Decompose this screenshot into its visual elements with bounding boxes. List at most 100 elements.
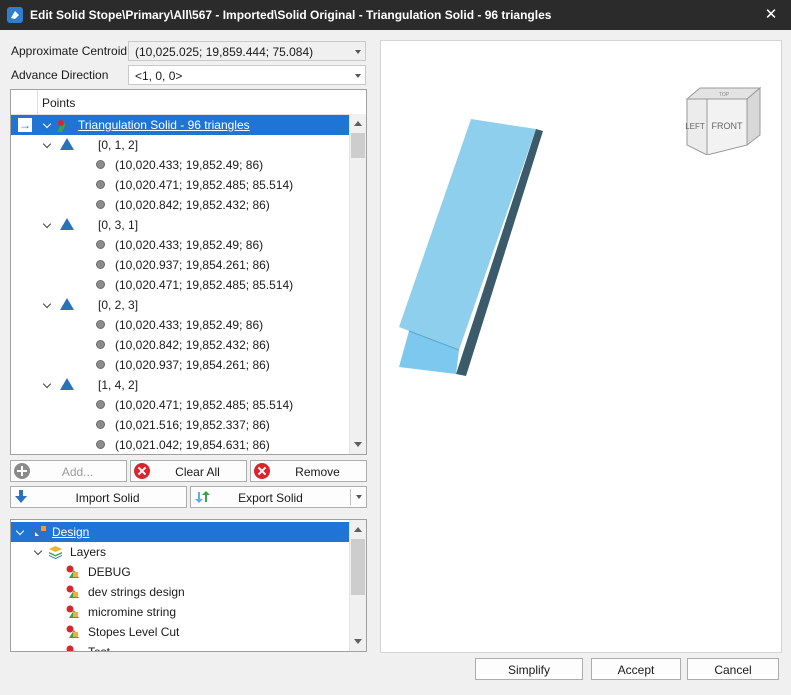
- point-node[interactable]: (10,021.042; 19,854.631; 86): [11, 435, 350, 454]
- close-icon[interactable]: ✕: [751, 0, 791, 30]
- import-solid-button[interactable]: Import Solid: [10, 486, 187, 508]
- layer-item[interactable]: DEBUG: [11, 562, 350, 582]
- point-dot-icon: [96, 200, 105, 209]
- point-node[interactable]: (10,021.516; 19,852.337; 86): [11, 415, 350, 435]
- triangle-icon: [60, 298, 74, 310]
- simplify-button[interactable]: Simplify: [475, 658, 583, 680]
- centroid-label: Approximate Centroid: [11, 44, 128, 58]
- triangulation-label[interactable]: Triangulation Solid - 96 triangles: [78, 118, 250, 132]
- point-coordinates: (10,020.433; 19,852.49; 86): [115, 318, 264, 332]
- point-coordinates: (10,020.937; 19,854.261; 86): [115, 258, 270, 272]
- 3d-viewport[interactable]: TOP LEFT FRONT: [380, 40, 782, 653]
- point-node[interactable]: (10,020.937; 19,854.261; 86): [11, 355, 350, 375]
- point-dot-icon: [96, 240, 105, 249]
- point-dot-icon: [96, 160, 105, 169]
- points-scrollbar[interactable]: [349, 114, 366, 454]
- triangle-node[interactable]: [0, 2, 3]: [11, 295, 350, 315]
- direction-value: <1, 0, 0>: [135, 69, 183, 83]
- layers-tree[interactable]: Design Layers DEBUG dev strings design mic…: [10, 519, 367, 652]
- points-tree[interactable]: Points → Triangulation Solid - 96 triangl…: [10, 89, 367, 455]
- point-coordinates: (10,020.471; 19,852.485; 85.514): [115, 398, 294, 412]
- current-row-arrow-icon: →: [18, 118, 32, 132]
- point-coordinates: (10,020.842; 19,852.432; 86): [115, 198, 270, 212]
- point-coordinates: (10,020.471; 19,852.485; 85.514): [115, 278, 294, 292]
- chevron-down-icon[interactable]: [15, 526, 25, 536]
- chevron-down-icon[interactable]: [33, 546, 43, 556]
- scroll-thumb[interactable]: [351, 133, 365, 158]
- chevron-down-icon[interactable]: [42, 139, 52, 149]
- direction-label: Advance Direction: [11, 68, 109, 82]
- triangle-icon: [60, 218, 74, 230]
- point-node[interactable]: (10,020.471; 19,852.485; 85.514): [11, 395, 350, 415]
- point-coordinates: (10,020.433; 19,852.49; 86): [115, 238, 264, 252]
- direction-combo[interactable]: <1, 0, 0>: [128, 65, 366, 85]
- arrow-down-icon: [15, 490, 27, 503]
- point-node[interactable]: (10,020.433; 19,852.49; 86): [11, 235, 350, 255]
- layers-scrollbar[interactable]: [349, 520, 366, 651]
- point-node[interactable]: (10,020.937; 19,854.261; 86): [11, 255, 350, 275]
- scroll-up-icon[interactable]: [354, 121, 362, 126]
- view-cube-left[interactable]: LEFT: [685, 122, 705, 131]
- layer-shapes-icon: [66, 645, 75, 651]
- triangle-label: [1, 4, 2]: [98, 378, 139, 392]
- window-title: Edit Solid Stope\Primary\All\567 - Impor…: [30, 8, 552, 22]
- centroid-combo[interactable]: (10,025.025; 19,859.444; 75.084): [128, 41, 366, 61]
- point-node[interactable]: (10,020.471; 19,852.485; 85.514): [11, 275, 350, 295]
- layer-item[interactable]: micromine string: [11, 602, 350, 622]
- point-node[interactable]: (10,020.433; 19,852.49; 86): [11, 155, 350, 175]
- point-coordinates: (10,020.842; 19,852.432; 86): [115, 338, 270, 352]
- view-cube-top[interactable]: TOP: [719, 92, 730, 98]
- point-dot-icon: [96, 400, 105, 409]
- point-node[interactable]: (10,020.842; 19,852.432; 86): [11, 195, 350, 215]
- point-node[interactable]: (10,020.471; 19,852.485; 85.514): [11, 175, 350, 195]
- add-button[interactable]: Add...: [10, 460, 127, 482]
- tree-root-design[interactable]: Design: [11, 522, 350, 542]
- chevron-down-icon[interactable]: [42, 119, 52, 129]
- accept-button[interactable]: Accept: [591, 658, 681, 680]
- scroll-up-icon[interactable]: [354, 527, 362, 532]
- design-label[interactable]: Design: [52, 525, 89, 539]
- point-dot-icon: [96, 420, 105, 429]
- triangle-label: [0, 1, 2]: [98, 138, 139, 152]
- cancel-button[interactable]: Cancel: [687, 658, 779, 680]
- chevron-down-icon[interactable]: [42, 299, 52, 309]
- points-column-header: Points: [42, 96, 76, 110]
- triangle-node[interactable]: [1, 4, 2]: [11, 375, 350, 395]
- triangle-label: [0, 3, 1]: [98, 218, 139, 232]
- triangle-icon: [60, 138, 74, 150]
- layer-label: dev strings design: [88, 585, 185, 599]
- scroll-down-icon[interactable]: [354, 639, 362, 644]
- export-solid-button[interactable]: Export Solid: [190, 486, 367, 508]
- clear-all-button[interactable]: Clear All: [130, 460, 247, 482]
- view-cube-front[interactable]: FRONT: [712, 121, 743, 131]
- layer-item[interactable]: Test: [11, 642, 350, 651]
- point-dot-icon: [96, 280, 105, 289]
- triangulation-icon: [57, 120, 72, 132]
- layer-label: Stopes Level Cut: [88, 625, 180, 639]
- triangle-node[interactable]: [0, 3, 1]: [11, 215, 350, 235]
- point-coordinates: (10,021.516; 19,852.337; 86): [115, 418, 270, 432]
- layer-item[interactable]: Stopes Level Cut: [11, 622, 350, 642]
- points-header-row: Points: [11, 90, 350, 115]
- chevron-down-icon[interactable]: [42, 219, 52, 229]
- scroll-down-icon[interactable]: [354, 442, 362, 447]
- point-dot-icon: [96, 320, 105, 329]
- point-node[interactable]: (10,020.842; 19,852.432; 86): [11, 335, 350, 355]
- triangle-icon: [60, 378, 74, 390]
- chevron-down-icon[interactable]: [42, 379, 52, 389]
- triangle-node[interactable]: [0, 1, 2]: [11, 135, 350, 155]
- layer-shapes-icon: [66, 605, 79, 618]
- point-node[interactable]: (10,020.433; 19,852.49; 86): [11, 315, 350, 335]
- add-icon: [14, 463, 30, 479]
- remove-button[interactable]: Remove: [250, 460, 367, 482]
- tree-root-triangulation[interactable]: → Triangulation Solid - 96 triangles: [11, 115, 350, 135]
- tree-node-layers[interactable]: Layers: [11, 542, 350, 562]
- scroll-thumb[interactable]: [351, 539, 365, 595]
- layer-item[interactable]: dev strings design: [11, 582, 350, 602]
- point-coordinates: (10,020.937; 19,854.261; 86): [115, 358, 270, 372]
- title-bar: Edit Solid Stope\Primary\All\567 - Impor…: [0, 0, 791, 30]
- layer-shapes-icon: [66, 565, 79, 578]
- point-dot-icon: [96, 180, 105, 189]
- chevron-down-icon[interactable]: [356, 495, 362, 499]
- view-cube[interactable]: TOP LEFT FRONT: [683, 85, 763, 155]
